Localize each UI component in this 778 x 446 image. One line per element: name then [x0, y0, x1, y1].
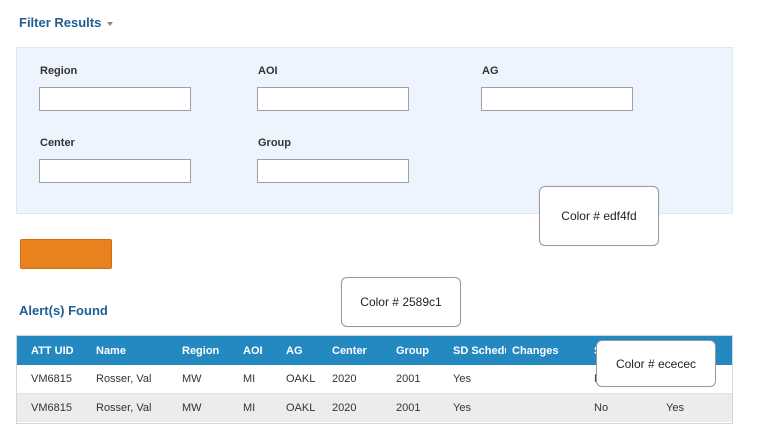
cell-group: 2001 — [382, 393, 439, 422]
filter-results-toggle[interactable]: Filter Results — [19, 15, 114, 30]
callout-panel-color: Color # edf4fd — [539, 186, 659, 246]
col-att-uid[interactable]: ATT UID — [17, 336, 82, 365]
cell-center: 2020 — [318, 365, 382, 394]
cell-region: MW — [168, 365, 229, 394]
callout-panel-color-text: Color # edf4fd — [539, 186, 659, 246]
alerts-title: Alert(s) Found — [19, 303, 108, 318]
cell-sd-schedule: Yes — [439, 365, 506, 394]
cell-name: Rosser, Val — [82, 393, 168, 422]
col-aoi[interactable]: AOI — [229, 336, 272, 365]
col-changes[interactable]: Changes — [506, 336, 572, 365]
col-ag[interactable]: AG — [272, 336, 318, 365]
cell-ag: OAKL — [272, 393, 318, 422]
cell-name: Rosser, Val — [82, 365, 168, 394]
col-group[interactable]: Group — [382, 336, 439, 365]
center-label: Center — [40, 137, 75, 149]
group-input[interactable] — [257, 159, 409, 183]
aoi-input[interactable] — [257, 87, 409, 111]
cell-center: 2020 — [318, 393, 382, 422]
cell-ag: OAKL — [272, 365, 318, 394]
cell-sd-schedule: Yes — [439, 393, 506, 422]
callout-header-color: Color # 2589c1 — [341, 277, 461, 327]
cell-aoi: MI — [229, 393, 272, 422]
cell-att-uid: VM6815 — [17, 393, 82, 422]
callout-row-color-text: Color # ececec — [596, 340, 716, 387]
cell-group: 2001 — [382, 365, 439, 394]
group-label: Group — [258, 137, 291, 149]
cell-last: Yes — [662, 393, 732, 422]
filter-results-title: Filter Results — [19, 15, 102, 30]
table-row[interactable]: VM6815 Rosser, Val MW MI OAKL 2020 2001 … — [17, 393, 732, 422]
col-region[interactable]: Region — [168, 336, 229, 365]
chevron-down-icon — [107, 21, 114, 26]
cell-s: No — [572, 393, 662, 422]
cell-att-uid: VM6815 — [17, 365, 82, 394]
cell-changes — [506, 365, 572, 394]
region-label: Region — [40, 65, 78, 77]
search-button[interactable] — [20, 239, 112, 269]
center-input[interactable] — [39, 159, 191, 183]
col-sd-schedule[interactable]: SD Schedule — [439, 336, 506, 365]
col-name[interactable]: Name — [82, 336, 168, 365]
ag-input[interactable] — [481, 87, 633, 111]
ag-label: AG — [482, 65, 499, 77]
cell-region: MW — [168, 393, 229, 422]
callout-row-color: Color # ececec — [596, 340, 716, 387]
callout-header-color-text: Color # 2589c1 — [341, 277, 461, 327]
cell-changes — [506, 393, 572, 422]
aoi-label: AOI — [258, 65, 278, 77]
region-input[interactable] — [39, 87, 191, 111]
cell-aoi: MI — [229, 365, 272, 394]
col-center[interactable]: Center — [318, 336, 382, 365]
